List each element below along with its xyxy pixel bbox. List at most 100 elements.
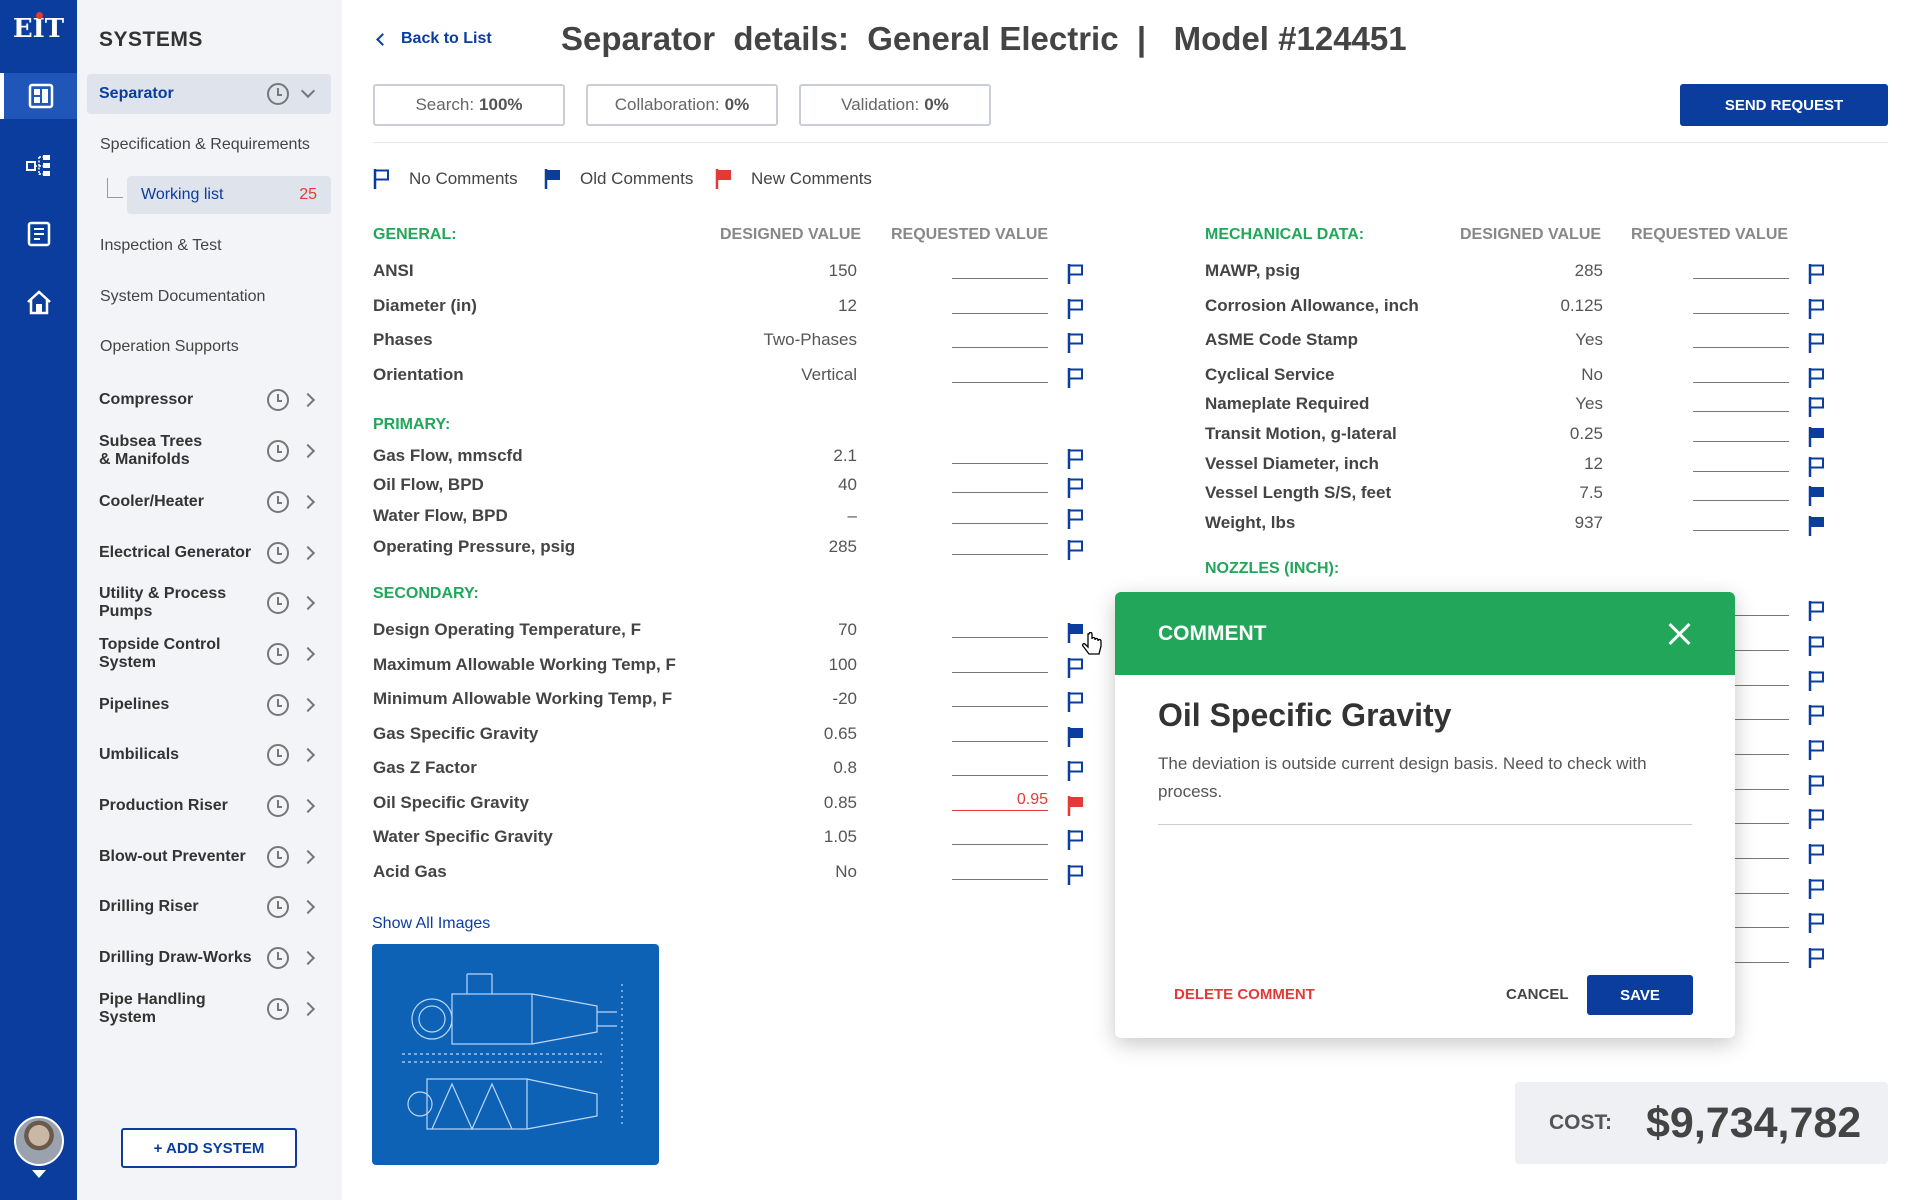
system-item[interactable]: Pipelines [87, 687, 331, 723]
home-icon[interactable] [0, 280, 77, 326]
history-clock-icon[interactable] [267, 542, 289, 564]
flag-outline-icon[interactable] [1808, 456, 1826, 478]
requested-value-input[interactable]: 0.95 [952, 791, 1048, 811]
flag-outline-icon[interactable] [1808, 332, 1826, 354]
flag-outline-icon[interactable] [1067, 760, 1085, 782]
flag-outline-icon[interactable] [1067, 367, 1085, 389]
requested-value-input[interactable] [1693, 328, 1789, 348]
chevron-right-icon[interactable] [300, 849, 316, 865]
chevron-right-icon[interactable] [300, 899, 316, 915]
flag-outline-icon[interactable] [1067, 829, 1085, 851]
user-avatar[interactable] [14, 1116, 64, 1166]
system-item[interactable]: Compressor [87, 382, 331, 418]
system-item[interactable]: Topside Control System [87, 636, 331, 672]
requested-value-input[interactable] [952, 825, 1048, 845]
dashboard-icon[interactable] [0, 73, 77, 119]
requested-value-input[interactable] [952, 860, 1048, 880]
requested-value-input[interactable] [1693, 294, 1789, 314]
system-item-separator[interactable]: Separator [87, 74, 331, 114]
requested-value-input[interactable] [952, 473, 1048, 493]
requested-value-input[interactable] [952, 504, 1048, 524]
separator-blueprint-image[interactable] [372, 944, 659, 1165]
system-item[interactable]: Drilling Draw-Works [87, 940, 331, 976]
flag-filled-blue-icon[interactable] [1067, 726, 1085, 748]
requested-value-input[interactable] [1693, 392, 1789, 412]
requested-value-input[interactable] [952, 535, 1048, 555]
show-all-images-link[interactable]: Show All Images [372, 915, 490, 933]
flag-outline-icon[interactable] [1808, 263, 1826, 285]
sub-item-inspection[interactable]: Inspection & Test [100, 237, 222, 255]
requested-value-input[interactable] [952, 328, 1048, 348]
flag-filled-blue-icon[interactable] [1808, 426, 1826, 448]
flag-outline-icon[interactable] [1808, 808, 1826, 830]
requested-value-input[interactable] [1693, 511, 1789, 531]
chevron-right-icon[interactable] [300, 950, 316, 966]
history-clock-icon[interactable] [267, 846, 289, 868]
flag-outline-icon[interactable] [1067, 448, 1085, 470]
flag-outline-icon[interactable] [1808, 843, 1826, 865]
flag-outline-icon[interactable] [1808, 600, 1826, 622]
chevron-right-icon[interactable] [300, 595, 316, 611]
back-to-list-link[interactable]: Back to List [376, 30, 492, 48]
requested-value-input[interactable] [1693, 259, 1789, 279]
system-item[interactable]: Electrical Generator [87, 535, 331, 571]
chevron-right-icon[interactable] [300, 1001, 316, 1017]
requested-value-input[interactable] [952, 756, 1048, 776]
requested-value-input[interactable] [952, 444, 1048, 464]
requested-value-input[interactable] [952, 363, 1048, 383]
history-clock-icon[interactable] [267, 592, 289, 614]
search-progress-pill[interactable]: Search: 100% [373, 84, 565, 126]
flag-outline-icon[interactable] [1067, 657, 1085, 679]
history-clock-icon[interactable] [267, 744, 289, 766]
history-clock-icon[interactable] [267, 491, 289, 513]
flag-outline-icon[interactable] [1808, 670, 1826, 692]
chevron-right-icon[interactable] [300, 798, 316, 814]
send-request-button[interactable]: SEND REQUEST [1680, 84, 1888, 126]
flag-outline-icon[interactable] [1808, 367, 1826, 389]
history-clock-icon[interactable] [267, 896, 289, 918]
validation-progress-pill[interactable]: Validation: 0% [799, 84, 991, 126]
requested-value-input[interactable] [952, 687, 1048, 707]
flag-outline-icon[interactable] [1067, 332, 1085, 354]
chevron-right-icon[interactable] [300, 494, 316, 510]
system-item[interactable]: Umbilicals [87, 737, 331, 773]
requested-value-input[interactable] [1693, 481, 1789, 501]
chevron-down-icon[interactable] [300, 83, 316, 99]
system-item[interactable]: Pipe Handling System [87, 991, 331, 1027]
history-clock-icon[interactable] [267, 389, 289, 411]
sub-item-specification[interactable]: Specification & Requirements [100, 136, 310, 154]
requested-value-input[interactable] [952, 653, 1048, 673]
chevron-right-icon[interactable] [300, 443, 316, 459]
requested-value-input[interactable] [952, 618, 1048, 638]
flag-outline-icon[interactable] [1067, 508, 1085, 530]
workflow-icon[interactable] [0, 143, 77, 189]
history-clock-icon[interactable] [267, 440, 289, 462]
flag-outline-icon[interactable] [1808, 704, 1826, 726]
system-item[interactable]: Utility & Process Pumps [87, 585, 331, 621]
close-icon[interactable] [1666, 621, 1692, 647]
history-clock-icon[interactable] [267, 83, 289, 105]
sub-item-documentation[interactable]: System Documentation [100, 288, 265, 306]
flag-outline-icon[interactable] [1808, 774, 1826, 796]
add-system-button[interactable]: + ADD SYSTEM [121, 1128, 297, 1168]
history-clock-icon[interactable] [267, 947, 289, 969]
flag-filled-blue-icon[interactable] [1808, 515, 1826, 537]
history-clock-icon[interactable] [267, 998, 289, 1020]
sub-item-operation-supports[interactable]: Operation Supports [100, 338, 239, 356]
history-clock-icon[interactable] [267, 795, 289, 817]
flag-outline-icon[interactable] [1808, 298, 1826, 320]
flag-outline-icon[interactable] [1067, 539, 1085, 561]
requested-value-input[interactable] [1693, 363, 1789, 383]
requested-value-input[interactable] [1693, 422, 1789, 442]
system-item[interactable]: Cooler/Heater [87, 484, 331, 520]
system-item[interactable]: Blow-out Preventer [87, 839, 331, 875]
flag-outline-icon[interactable] [1067, 263, 1085, 285]
requested-value-input[interactable] [1693, 452, 1789, 472]
flag-outline-icon[interactable] [1067, 298, 1085, 320]
flag-outline-icon[interactable] [1067, 691, 1085, 713]
flag-outline-icon[interactable] [1067, 477, 1085, 499]
chevron-right-icon[interactable] [300, 392, 316, 408]
save-button[interactable]: SAVE [1587, 975, 1693, 1015]
avatar-menu-caret-icon[interactable] [32, 1170, 46, 1178]
flag-outline-icon[interactable] [1808, 878, 1826, 900]
